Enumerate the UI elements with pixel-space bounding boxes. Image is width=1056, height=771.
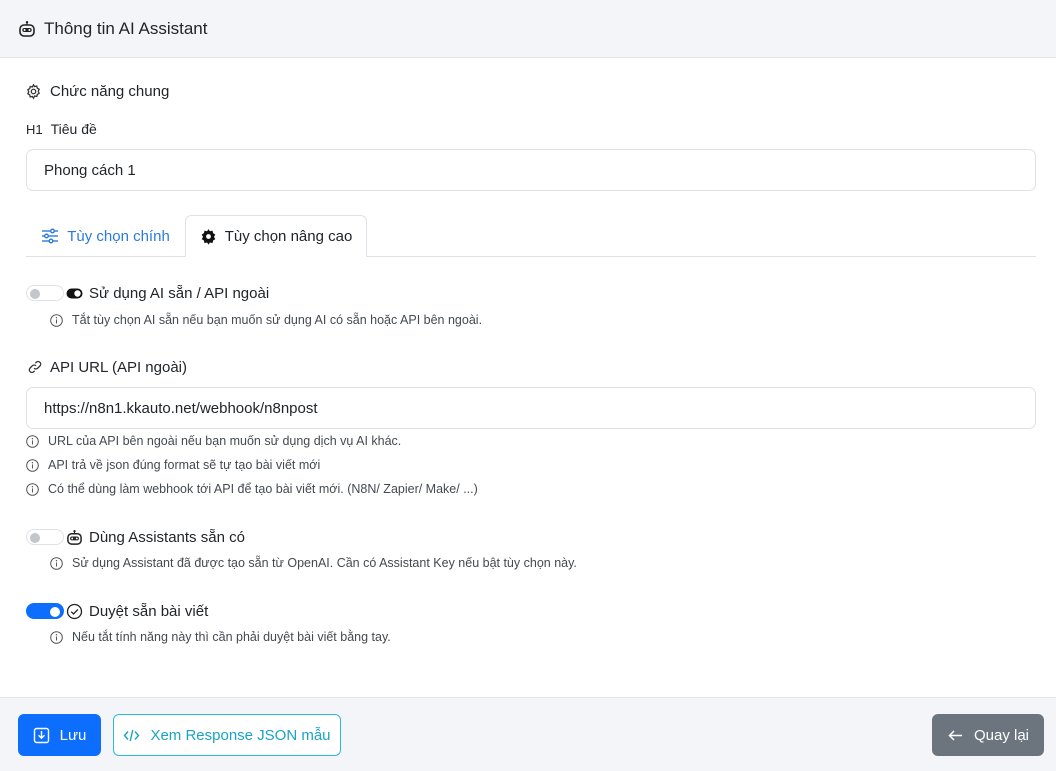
tab-main-options-label: Tùy chọn chính	[67, 227, 170, 245]
arrow-left-icon	[947, 727, 964, 744]
auto-approve-help: Nếu tắt tính năng này thì cần phải duyệt…	[50, 628, 391, 646]
tab-advanced-options-label: Tùy chọn nâng cao	[224, 227, 353, 245]
download-icon	[33, 727, 50, 744]
back-button[interactable]: Quay lại	[932, 714, 1044, 756]
use-ai-help-text: Tắt tùy chọn AI sẵn nếu bạn muốn sử dụng…	[72, 313, 483, 327]
title-field-label-text: Tiêu đề	[50, 121, 97, 137]
info-icon	[26, 482, 39, 496]
title-field-label: H1 Tiêu đề	[26, 118, 97, 140]
use-ai-option: Sử dụng AI sẵn / API ngoài	[26, 282, 269, 304]
info-icon	[50, 556, 63, 570]
assistants-option: Dùng Assistants sẵn có	[26, 526, 245, 548]
api-url-label-text: API URL (API ngoài)	[50, 358, 187, 376]
link-icon	[28, 360, 42, 374]
api-url-help-text-2: API trả về json đúng format sẽ tự tạo bà…	[48, 458, 321, 472]
assistants-toggle[interactable]	[26, 529, 64, 545]
gear-filled-icon	[200, 228, 217, 245]
info-icon	[26, 434, 39, 448]
info-icon	[50, 313, 63, 327]
section-title: Chức năng chung	[25, 80, 169, 102]
sliders-icon	[41, 227, 59, 245]
api-url-label: API URL (API ngoài)	[28, 356, 187, 378]
page-title: Thông tin AI Assistant	[44, 18, 208, 38]
tab-main-options[interactable]: Tùy chọn chính	[28, 216, 183, 256]
tab-advanced-options[interactable]: Tùy chọn nâng cao	[185, 215, 367, 257]
auto-approve-help-text: Nếu tắt tính năng này thì cần phải duyệt…	[72, 630, 391, 644]
check-circle-icon	[66, 603, 83, 620]
api-url-help-2: API trả về json đúng format sẽ tự tạo bà…	[26, 456, 320, 474]
use-ai-label: Sử dụng AI sẵn / API ngoài	[89, 284, 270, 302]
info-icon	[26, 458, 39, 472]
assistants-help-text: Sử dụng Assistant đã được tạo sẵn từ Ope…	[72, 556, 577, 570]
auto-approve-label: Duyệt sẵn bài viết	[89, 602, 209, 620]
save-button[interactable]: Lưu	[18, 714, 101, 756]
api-url-help-text-3: Có thể dùng làm webhook tới API để tạo b…	[48, 482, 478, 496]
robot-icon	[66, 529, 83, 546]
api-url-help-3: Có thể dùng làm webhook tới API để tạo b…	[26, 480, 478, 498]
code-icon	[123, 727, 140, 744]
back-button-label: Quay lại	[973, 726, 1030, 744]
toggle-on-icon	[66, 285, 83, 302]
auto-approve-option: Duyệt sẵn bài viết	[26, 600, 208, 622]
save-button-label: Lưu	[59, 726, 87, 744]
assistants-help: Sử dụng Assistant đã được tạo sẵn từ Ope…	[50, 554, 577, 572]
api-url-input[interactable]: https://n8n1.kkauto.net/webhook/n8npost	[26, 387, 1036, 429]
heading-tag-icon: H1	[26, 121, 43, 137]
robot-icon	[18, 20, 36, 38]
use-ai-help: Tắt tùy chọn AI sẵn nếu bạn muốn sử dụng…	[50, 311, 482, 329]
section-title-label: Chức năng chung	[50, 82, 170, 100]
view-json-button[interactable]: Xem Response JSON mẫu	[113, 714, 341, 756]
api-url-help-text-1: URL của API bên ngoài nếu bạn muốn sử dụ…	[48, 434, 402, 448]
info-icon	[50, 630, 63, 644]
page-header: Thông tin AI Assistant	[0, 0, 1056, 58]
use-ai-toggle[interactable]	[26, 285, 64, 301]
title-input[interactable]: Phong cách 1	[26, 149, 1036, 191]
assistants-label: Dùng Assistants sẵn có	[89, 528, 245, 546]
gear-outline-icon	[25, 82, 42, 100]
api-url-help-1: URL của API bên ngoài nếu bạn muốn sử dụ…	[26, 432, 401, 450]
auto-approve-toggle[interactable]	[26, 603, 64, 619]
tabs-divider	[26, 256, 1036, 257]
view-json-button-label: Xem Response JSON mẫu	[150, 726, 331, 744]
